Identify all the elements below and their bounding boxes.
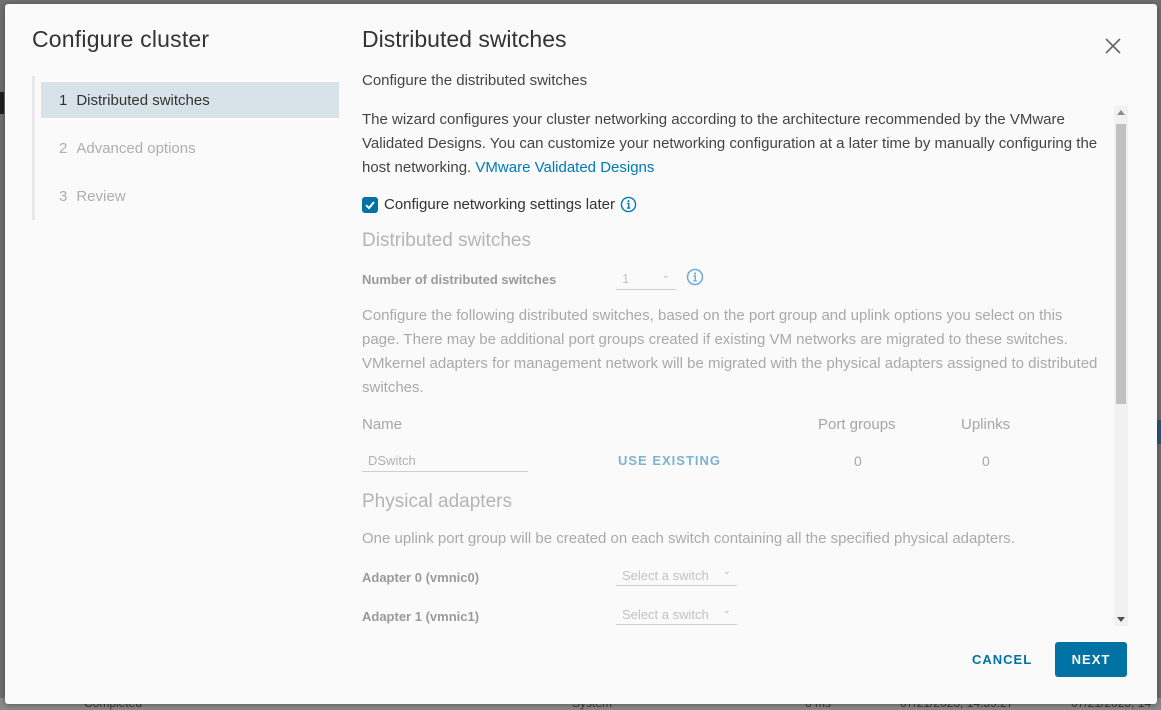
adapter-0-label: Adapter 0 (vmnic0) <box>362 570 480 585</box>
num-switches-value: 1 <box>622 271 630 286</box>
background-edge-accent <box>1157 420 1161 444</box>
close-icon[interactable] <box>1103 36 1123 56</box>
step-number: 1 <box>59 91 68 109</box>
col-header-name: Name <box>362 416 403 433</box>
step-label: Distributed switches <box>76 91 210 109</box>
col-header-uplinks: Uplinks <box>961 416 1011 433</box>
configure-later-checkbox[interactable] <box>362 196 378 213</box>
chevron-down-icon: ⌄ <box>722 605 731 616</box>
adapter-0-placeholder: Select a switch <box>622 568 709 583</box>
checkmark-icon <box>365 200 375 209</box>
page-title: Distributed switches <box>362 26 567 52</box>
num-switches-label: Number of distributed switches <box>362 272 557 287</box>
num-switches-select: 1 ⌄ <box>616 268 676 290</box>
step-number: 3 <box>59 187 68 205</box>
adapter-1-placeholder: Select a switch <box>622 607 709 622</box>
adapter-1-label: Adapter 1 (vmnic1) <box>362 609 480 624</box>
validated-designs-link[interactable]: VMware Validated Designs <box>475 159 654 176</box>
adapters-description: One uplink port group will be created on… <box>362 530 1015 547</box>
scroll-down-icon[interactable] <box>1117 617 1125 622</box>
wizard-title: Configure cluster <box>32 26 210 52</box>
intro-text: The wizard configures your cluster netwo… <box>362 108 1114 180</box>
info-icon <box>686 268 704 286</box>
background-edge <box>0 92 4 114</box>
adapter-1-switch-select: Select a switch ⌄ <box>616 603 737 625</box>
chevron-down-icon: ⌄ <box>722 566 731 577</box>
scroll-up-icon[interactable] <box>1117 110 1125 115</box>
switch-name-value: DSwitch <box>368 453 416 468</box>
switches-section-title: Distributed switches <box>362 230 531 251</box>
next-button[interactable]: NEXT <box>1055 642 1127 677</box>
step-number: 2 <box>59 139 68 157</box>
step-label: Advanced options <box>76 139 196 157</box>
step-advanced-options[interactable]: 2 Advanced options <box>41 130 339 166</box>
adapter-0-switch-select: Select a switch ⌄ <box>616 564 737 586</box>
switches-description: Configure the following distributed swit… <box>362 307 1098 396</box>
intro-paragraph: The wizard configures your cluster netwo… <box>362 111 1098 176</box>
port-groups-count: 0 <box>854 453 862 469</box>
cancel-button[interactable]: CANCEL <box>972 652 1032 667</box>
content-scroll-area: The wizard configures your cluster netwo… <box>362 106 1128 626</box>
step-distributed-switches[interactable]: 1 Distributed switches <box>41 82 339 118</box>
switch-name-input: DSwitch <box>362 448 528 472</box>
content-scrollbar[interactable] <box>1114 106 1128 626</box>
configure-cluster-dialog: Configure cluster 1 Distributed switches… <box>5 4 1157 704</box>
configure-later-option: Configure networking settings later <box>362 196 637 213</box>
step-label: Review <box>76 187 126 205</box>
use-existing-button: USE EXISTING <box>618 453 722 468</box>
col-header-port-groups: Port groups <box>818 416 896 433</box>
uplinks-count: 0 <box>982 453 990 469</box>
info-icon[interactable] <box>620 196 637 213</box>
configure-later-label[interactable]: Configure networking settings later <box>384 196 615 213</box>
chevron-down-icon: ⌄ <box>661 270 670 281</box>
step-review[interactable]: 3 Review <box>41 178 339 214</box>
adapters-section-title: Physical adapters <box>362 491 512 512</box>
wizard-steps: 1 Distributed switches 2 Advanced option… <box>32 76 339 220</box>
page-subtitle: Configure the distributed switches <box>362 72 588 89</box>
scrollbar-thumb[interactable] <box>1116 124 1126 404</box>
